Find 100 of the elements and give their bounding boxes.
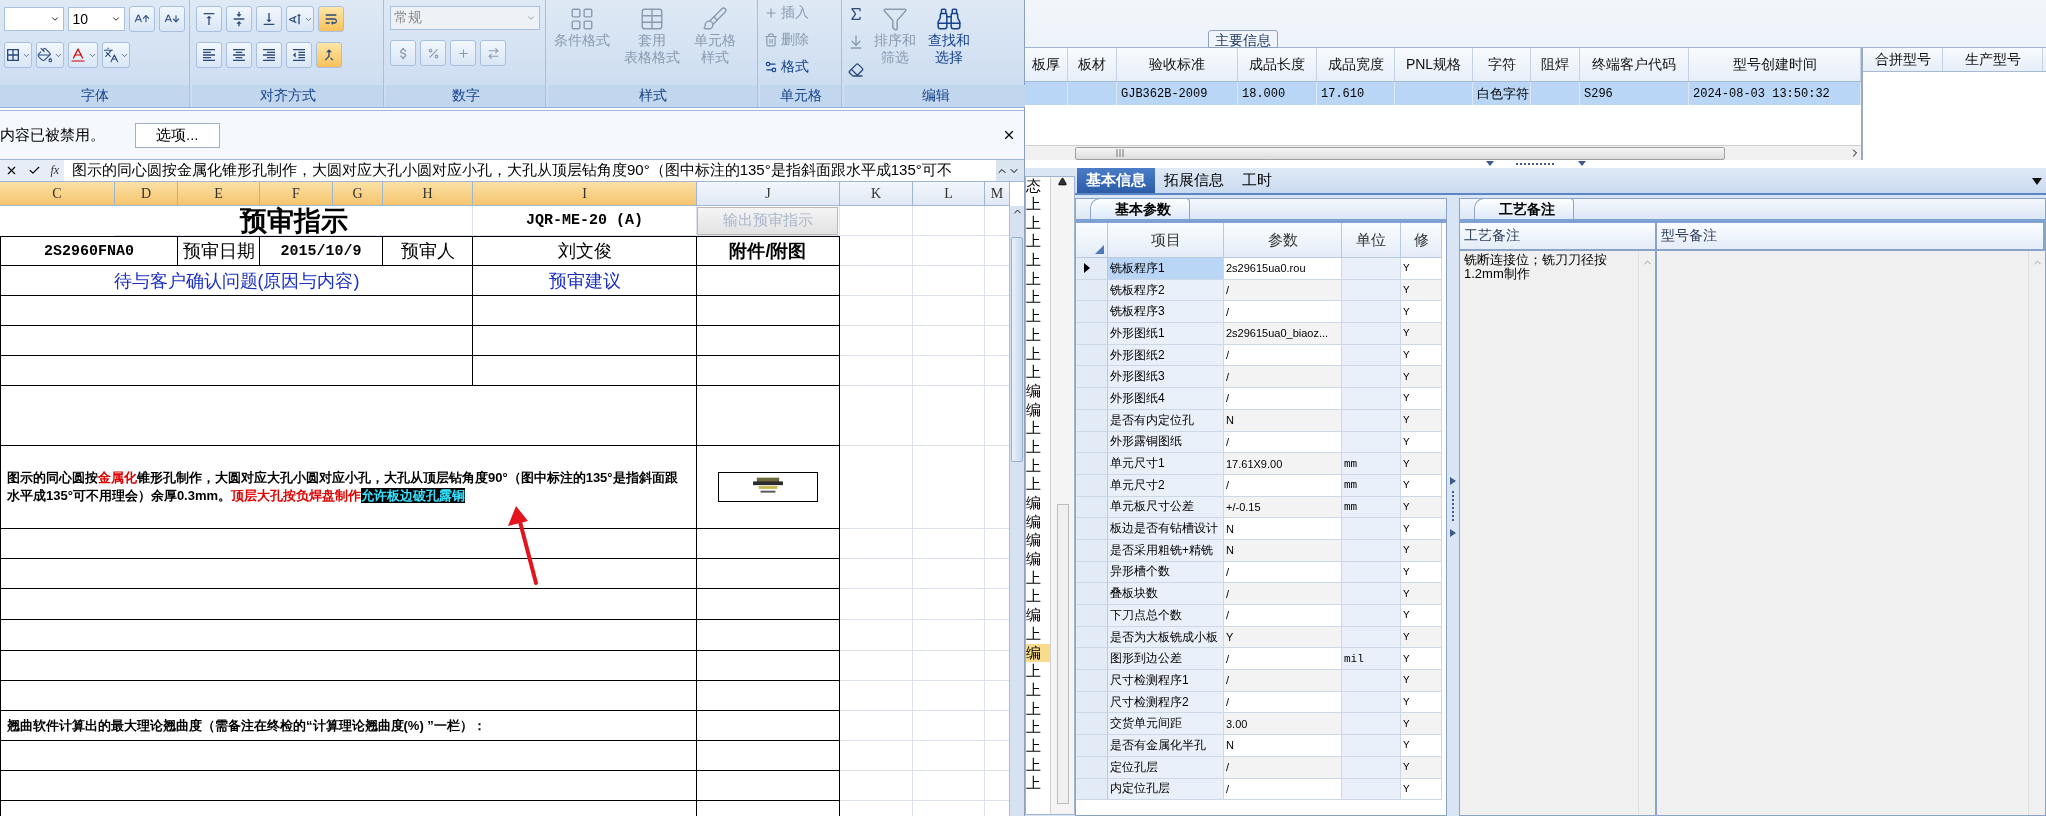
table-cell bbox=[1342, 561, 1401, 584]
column-header[interactable]: C bbox=[0, 182, 115, 206]
borders-button[interactable] bbox=[4, 42, 32, 68]
sum-icon[interactable] bbox=[848, 6, 864, 22]
font-size-field[interactable]: 10 bbox=[68, 7, 125, 31]
sheet-cell bbox=[913, 771, 985, 801]
merge-center-button[interactable] bbox=[316, 42, 342, 68]
list-item[interactable]: 上 bbox=[1026, 344, 1050, 364]
list-item[interactable]: 上 bbox=[1026, 288, 1050, 308]
decrease-decimal-button[interactable] bbox=[480, 40, 506, 66]
list-item[interactable]: 编 bbox=[1026, 606, 1050, 625]
table-cell bbox=[1342, 605, 1401, 627]
list-item[interactable]: 编 bbox=[1026, 400, 1050, 420]
column-header: 板材 bbox=[1068, 48, 1117, 81]
scroll-thumb[interactable] bbox=[1075, 146, 1725, 160]
wrap-text-button[interactable] bbox=[318, 6, 344, 32]
list-item[interactable]: 上 bbox=[1026, 437, 1050, 457]
sheet-cell bbox=[913, 620, 985, 651]
binoculars-icon bbox=[936, 6, 962, 32]
row-selector[interactable] bbox=[1076, 258, 1108, 280]
dropdown-icon[interactable] bbox=[2032, 178, 2042, 185]
shrink-font-button[interactable] bbox=[159, 6, 185, 32]
list-item[interactable]: 编 bbox=[1026, 531, 1050, 551]
list-item[interactable]: 上 bbox=[1026, 587, 1050, 607]
grow-font-button[interactable] bbox=[129, 6, 155, 32]
list-item[interactable]: 上 bbox=[1026, 363, 1050, 382]
list-item[interactable]: 编 bbox=[1026, 550, 1050, 569]
align-middle-button[interactable] bbox=[226, 6, 252, 32]
column-header[interactable]: M bbox=[985, 182, 1010, 206]
scroll-thumb[interactable] bbox=[1056, 504, 1069, 804]
column-header[interactable]: D bbox=[115, 182, 178, 206]
formula-field[interactable]: 图示的同心圆按金属化锥形孔制作，大圆对应大孔小圆对应小孔，大孔从顶层钻角度90°（图中标注的135°是指斜面跟水平成135°可不 bbox=[64, 160, 996, 181]
list-item[interactable]: 上 bbox=[1026, 232, 1050, 252]
options-button[interactable]: 选项... bbox=[135, 122, 220, 148]
row-pointer-icon bbox=[1084, 263, 1090, 274]
orientation-button[interactable] bbox=[286, 6, 314, 32]
indent-decrease-button[interactable] bbox=[286, 42, 312, 68]
column-header[interactable]: G bbox=[333, 182, 383, 206]
find-select-button[interactable]: 查找和 选择 bbox=[926, 6, 972, 66]
column-header[interactable]: E bbox=[178, 182, 260, 206]
phonetic-button[interactable] bbox=[102, 42, 130, 68]
list-item[interactable]: 上 bbox=[1026, 325, 1050, 345]
close-icon[interactable] bbox=[1002, 128, 1016, 142]
tab[interactable]: 工时 bbox=[1233, 168, 1281, 193]
column-header[interactable]: L bbox=[913, 182, 985, 206]
list-item[interactable]: 上 bbox=[1026, 662, 1050, 681]
list-item[interactable]: 上 bbox=[1026, 475, 1050, 494]
list-item[interactable]: 上 bbox=[1026, 568, 1050, 588]
caret-icon bbox=[50, 14, 61, 24]
increase-decimal-button[interactable] bbox=[450, 40, 476, 66]
function-button[interactable]: fx bbox=[50, 163, 60, 178]
align-center-button[interactable] bbox=[226, 42, 252, 68]
grid-row[interactable]: GJB362B-2009 18.000 17.610 白色字符 S296 2024-08-03 13:50:32 bbox=[1025, 82, 1861, 105]
cells-button[interactable]: 格式 bbox=[764, 54, 837, 79]
column-header[interactable]: K bbox=[840, 182, 913, 206]
fill-color-button[interactable] bbox=[36, 42, 64, 68]
check-icon[interactable] bbox=[27, 164, 41, 177]
list-item[interactable]: 编 bbox=[1026, 643, 1050, 663]
align-top-button[interactable] bbox=[196, 6, 222, 32]
align-right-button[interactable] bbox=[256, 42, 282, 68]
font-color-button[interactable] bbox=[68, 42, 98, 68]
eraser-icon[interactable] bbox=[848, 62, 864, 78]
list-item[interactable]: 上 bbox=[1026, 213, 1050, 233]
scroll-up-icon[interactable] bbox=[1058, 177, 1067, 186]
list-item[interactable]: 上 bbox=[1026, 419, 1050, 438]
list-item[interactable]: 上 bbox=[1026, 680, 1050, 700]
font-name-field[interactable] bbox=[4, 7, 65, 31]
panel-tab[interactable]: 工艺备注 bbox=[1474, 198, 1574, 219]
align-left-button[interactable] bbox=[196, 42, 222, 68]
list-item[interactable]: 编 bbox=[1026, 494, 1050, 513]
percent-button[interactable] bbox=[420, 40, 446, 66]
tab[interactable]: 基本信息 bbox=[1077, 168, 1155, 193]
column-header[interactable]: I bbox=[473, 182, 697, 206]
list-item[interactable]: 上 bbox=[1026, 251, 1050, 270]
list-item[interactable]: 上 bbox=[1026, 774, 1050, 793]
panel-tab[interactable]: 基本参数 bbox=[1090, 198, 1190, 219]
list-item[interactable]: 编 bbox=[1026, 512, 1050, 532]
currency-button[interactable] bbox=[390, 40, 416, 66]
list-item[interactable]: 上 bbox=[1026, 195, 1050, 214]
column-header[interactable]: H bbox=[383, 182, 473, 206]
list-item[interactable]: 上 bbox=[1026, 269, 1050, 289]
list-item[interactable]: 上 bbox=[1026, 755, 1050, 775]
scroll-thumb[interactable] bbox=[1011, 237, 1023, 462]
list-item[interactable]: 上 bbox=[1026, 624, 1050, 644]
fill-down-icon[interactable] bbox=[848, 34, 864, 50]
align-bottom-button[interactable] bbox=[256, 6, 282, 32]
list-item[interactable]: 上 bbox=[1026, 718, 1050, 737]
list-item[interactable]: 编 bbox=[1026, 381, 1050, 401]
group-tab[interactable]: 主要信息 bbox=[1208, 30, 1278, 48]
list-item[interactable]: 上 bbox=[1026, 307, 1050, 326]
table-cell: 异形槽个数 bbox=[1108, 561, 1224, 584]
column-header[interactable]: J bbox=[697, 182, 840, 206]
list-item[interactable]: 上 bbox=[1026, 456, 1050, 476]
column-header[interactable]: F bbox=[260, 182, 333, 206]
sheet-cell bbox=[913, 529, 985, 559]
tab[interactable]: 拓展信息 bbox=[1155, 168, 1233, 193]
list-item[interactable]: 上 bbox=[1026, 736, 1050, 756]
splitter-handle[interactable] bbox=[1450, 477, 1456, 537]
list-item[interactable]: 上 bbox=[1026, 699, 1050, 719]
corner-icon bbox=[1095, 245, 1104, 254]
